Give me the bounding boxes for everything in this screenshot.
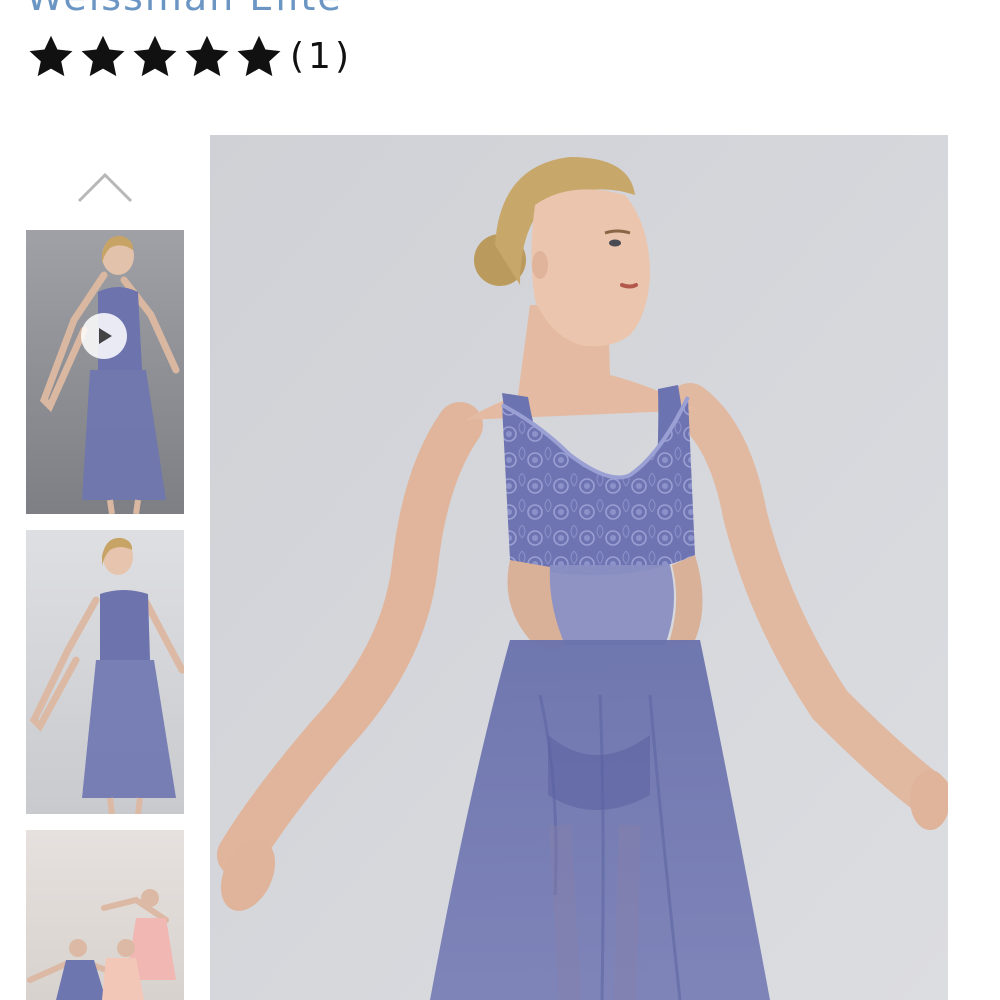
gallery-thumbnail-3[interactable] (26, 830, 184, 1000)
gallery-thumbnail-video[interactable] (26, 230, 184, 514)
product-photo (210, 135, 948, 1000)
star-icon (133, 35, 177, 77)
thumbnail-image (26, 230, 184, 514)
thumbnail-image (26, 830, 184, 1000)
play-triangle (99, 328, 112, 344)
rating-stars (26, 32, 284, 82)
play-icon[interactable] (81, 313, 127, 359)
star-icon (185, 35, 229, 77)
product-rating[interactable]: (1) (26, 32, 353, 82)
star-icon (81, 35, 125, 77)
gallery-thumbnail-2[interactable] (26, 530, 184, 814)
chevron-up-icon[interactable] (76, 170, 134, 204)
brand-name[interactable]: Weissman Elite (26, 0, 343, 16)
star-icon (237, 35, 281, 77)
star-icon (29, 35, 73, 77)
thumbnail-image (26, 530, 184, 814)
rating-count[interactable]: (1) (290, 39, 353, 75)
main-product-image[interactable] (210, 135, 948, 1000)
